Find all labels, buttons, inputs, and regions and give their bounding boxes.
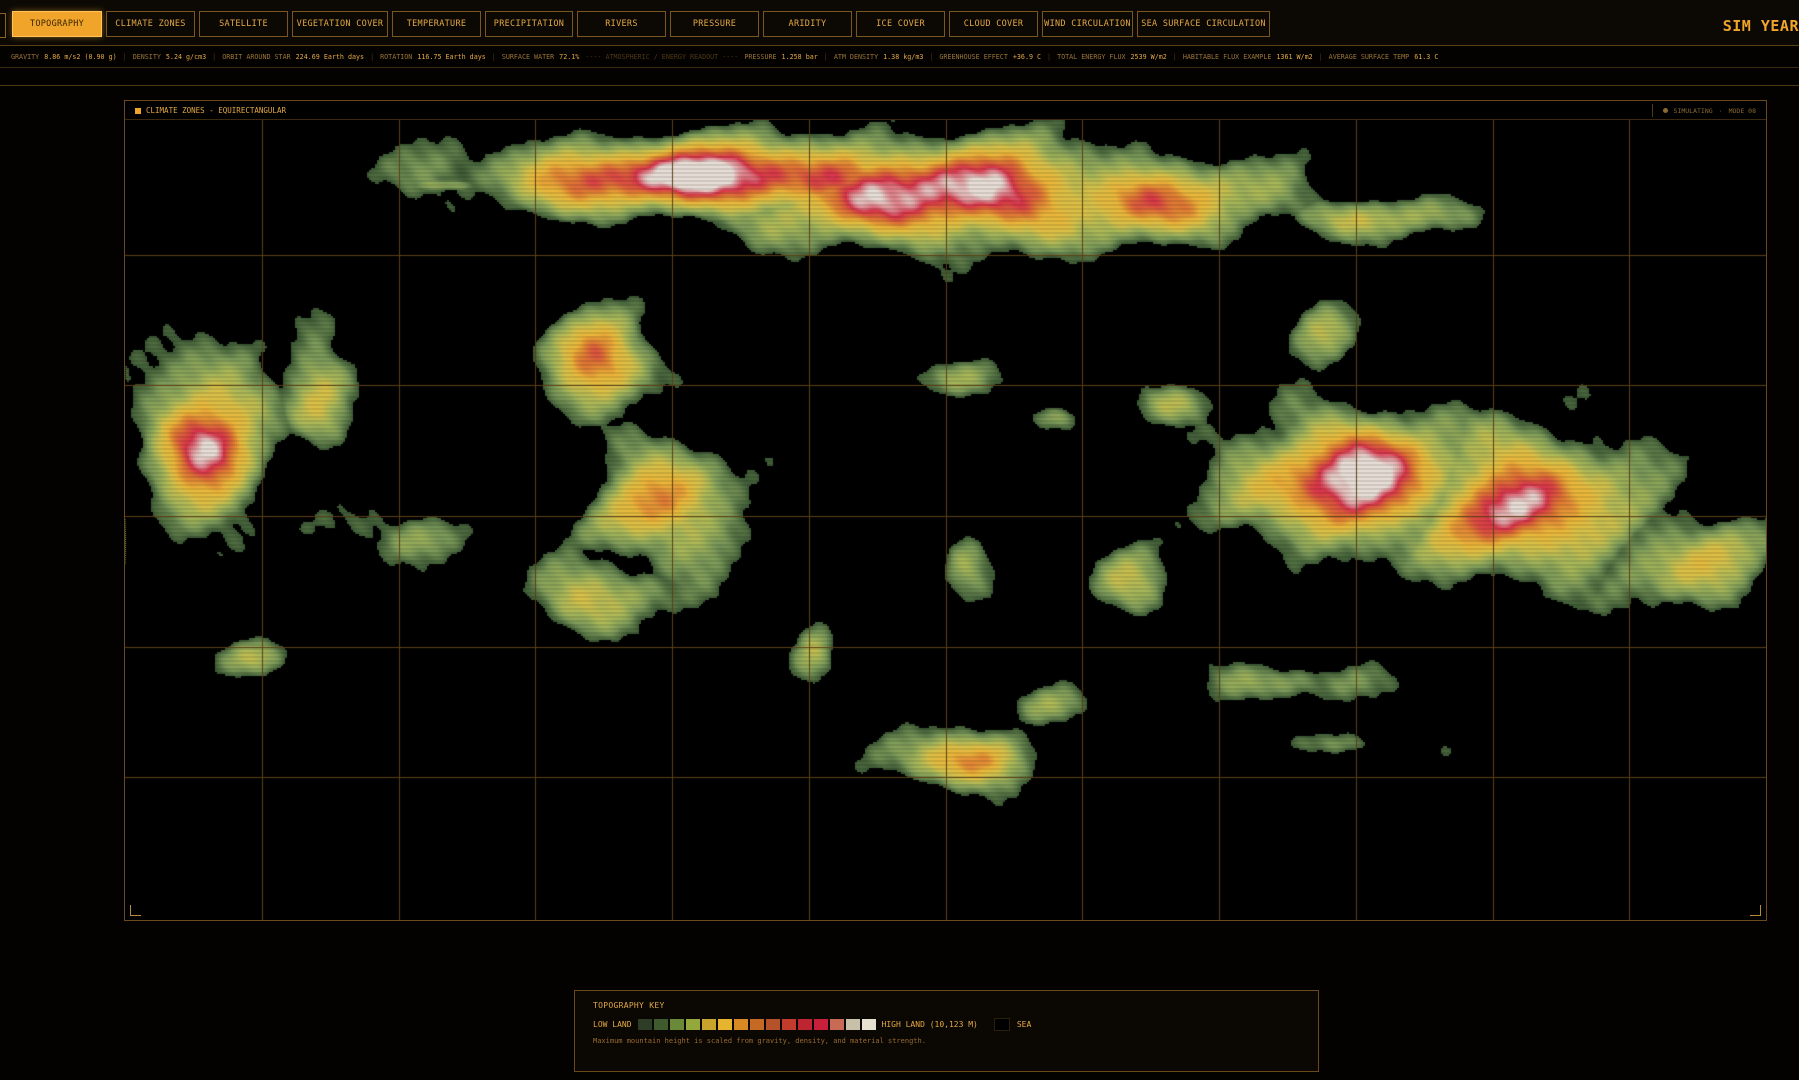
status-dot-icon [1662,108,1668,113]
simulation-status: SIMULATING · MODE 08 [1651,104,1766,117]
topography-key-scale: LOW LAND HIGH LAND (10,123 M) SEA [593,1018,1300,1031]
topography-key: TOPOGRAPHY KEY LOW LAND HIGH LAND (10,12… [574,990,1319,1072]
readout-energy-flux-value: 2539 W/m2 [1130,52,1167,61]
readout-orbit-label: ORBIT AROUND STAR [222,52,291,61]
tab-aridity[interactable]: ARIDITY [763,11,852,37]
legend-swatch-5 [717,1019,732,1030]
legend-swatch-1 [653,1019,668,1030]
tab-cloud-cover[interactable]: CLOUD COVER [949,11,1038,37]
readout-rotation-label: ROTATION [380,52,413,61]
tab-scroll-edge[interactable] [0,13,6,38]
legend-swatch-13 [845,1019,860,1030]
tab-wind-circulation[interactable]: WIND CIRCULATION [1042,11,1133,37]
legend-swatch-10 [797,1019,812,1030]
readout-habitable-flux-label: HABITABLE FLUX EXAMPLE [1182,52,1272,61]
legend-high-label: HIGH LAND (10,123 M) [881,1020,978,1029]
readout-surface-water-label: SURFACE WATER [501,52,555,61]
readout-divider: | [491,52,496,61]
readout-divider: | [1172,52,1177,61]
legend-swatch-8 [765,1019,780,1030]
legend-low-label: LOW LAND [593,1020,632,1029]
readout-atm-density-label: ATM DENSITY [833,52,879,61]
readout-orbit-value: 224.69 Earth days [295,52,365,61]
legend-swatch-2 [669,1019,684,1030]
readout-pressure-value: 1.258 bar [781,52,818,61]
legend-swatch-12 [829,1019,844,1030]
tab-climate-zones[interactable]: CLIMATE ZONES [106,11,195,37]
readout-section-label: ---- ATMOSPHERIC / ENERGY READOUT ---- [585,52,739,61]
legend-sea-swatch [993,1018,1010,1031]
legend-sea-label: SEA [1016,1020,1032,1029]
map-panel-title-text: CLIMATE ZONES - EQUIRECTANGULAR [146,106,286,115]
tab-vegetation-cover[interactable]: VEGETATION COVER [292,11,388,37]
legend-swatch-6 [733,1019,748,1030]
legend-swatch-11 [813,1019,828,1030]
readout-atm-density-value: 1.38 kg/m3 [883,52,924,61]
map-panel-header: CLIMATE ZONES - EQUIRECTANGULAR SIMULATI… [125,101,1766,120]
layer-tabs: TOPOGRAPHY CLIMATE ZONES SATELLITE VEGET… [12,11,1270,37]
tab-satellite[interactable]: SATELLITE [199,11,288,37]
readout-divider: | [929,52,934,61]
topography-map-canvas[interactable] [125,120,1766,920]
readout-divider: | [823,52,828,61]
readout-divider: | [212,52,217,61]
readout-divider: | [1318,52,1323,61]
legend-swatch-7 [749,1019,764,1030]
legend-note: Maximum mountain height is scaled from g… [593,1037,926,1045]
readout-gravity-value: 8.86 m/s2 (0.90 g) [44,52,117,61]
readout-greenhouse-value: +36.9 C [1012,52,1042,61]
readout-energy-flux-label: TOTAL ENERGY FLUX [1057,52,1126,61]
tab-rivers[interactable]: RIVERS [577,11,666,37]
map-layer-tab-bar: TOPOGRAPHY CLIMATE ZONES SATELLITE VEGET… [0,0,1799,46]
legend-swatches [637,1019,876,1030]
sim-year-label: SIM YEAR [1722,17,1799,35]
planet-readout-strip: GRAVITY 8.86 m/s2 (0.90 g) | DENSITY 5.24 … [0,46,1799,68]
corner-bracket-icon [1750,905,1761,916]
readout-avg-temp-label: AVERAGE SURFACE TEMP [1328,52,1410,61]
corner-bracket-icon [130,905,141,916]
readout-rotation-value: 116.75 Earth days [417,52,486,61]
tab-topography[interactable]: TOPOGRAPHY [12,11,102,37]
legend-swatch-4 [701,1019,716,1030]
readout-density-value: 5.24 g/cm3 [165,52,207,61]
tab-precipitation[interactable]: PRECIPITATION [485,11,573,37]
legend-swatch-3 [685,1019,700,1030]
readout-gravity-label: GRAVITY [11,52,40,61]
map-panel-title: CLIMATE ZONES - EQUIRECTANGULAR [135,106,286,115]
readout-habitable-flux-value: 1361 W/m2 [1276,52,1313,61]
legend-swatch-0 [637,1019,652,1030]
simulation-status-text: SIMULATING [1673,106,1713,115]
readout-greenhouse-label: GREENHOUSE EFFECT [939,52,1008,61]
tab-pressure[interactable]: PRESSURE [670,11,759,37]
readout-avg-temp-value: 61.3 C [1414,52,1439,61]
readout-divider: | [1047,52,1052,61]
square-marker-icon [135,107,141,114]
legend-swatch-14 [861,1019,876,1030]
readout-divider: | [122,52,127,61]
map-panel: CLIMATE ZONES - EQUIRECTANGULAR SIMULATI… [124,100,1767,921]
readout-density-label: DENSITY [132,52,161,61]
readout-surface-water-value: 72.1% [559,52,580,61]
status-separator: · [1718,106,1723,115]
readout-divider: | [370,52,375,61]
topography-key-title: TOPOGRAPHY KEY [593,1001,665,1010]
tab-ice-cover[interactable]: ICE COVER [856,11,945,37]
tab-temperature[interactable]: TEMPERATURE [392,11,481,37]
legend-swatch-9 [781,1019,796,1030]
tab-sea-surface-circulation[interactable]: SEA SURFACE CIRCULATION [1137,11,1270,37]
header-divider [0,85,1799,86]
readout-pressure-label: PRESSURE [744,52,777,61]
map-mode-text: MODE 08 [1728,106,1756,115]
